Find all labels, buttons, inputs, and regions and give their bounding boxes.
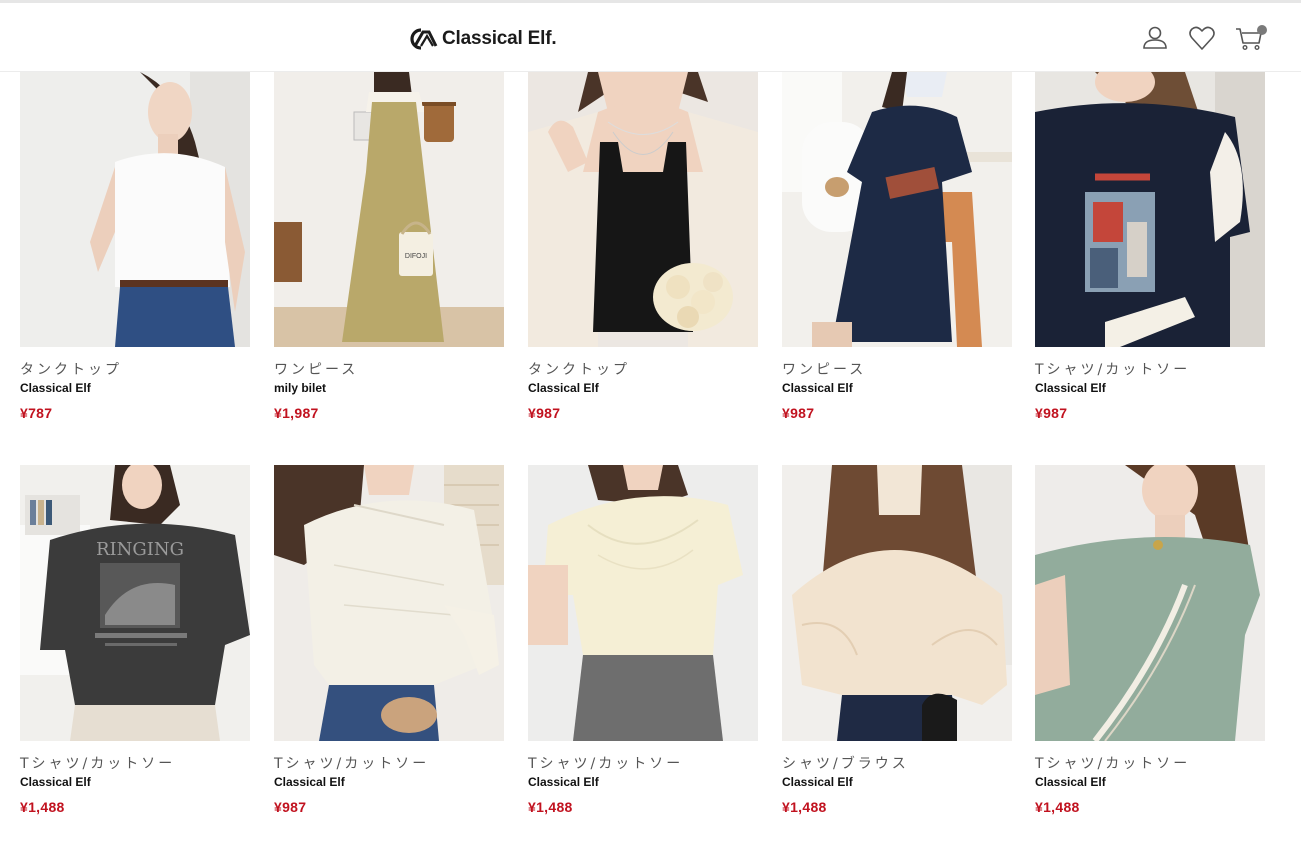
product-category: シャツ/ブラウス: [782, 756, 909, 772]
product-price: ¥1,488: [20, 799, 65, 815]
product-category: Tシャツ/カットソー: [274, 756, 430, 772]
product-brand: Classical Elf: [528, 775, 599, 789]
product-price: ¥987: [1035, 405, 1068, 421]
product-category: Tシャツ/カットソー: [1035, 362, 1191, 378]
product-brand: Classical Elf: [20, 381, 91, 395]
product-card[interactable]: ワンピース Classical Elf ¥987: [782, 72, 1012, 421]
product-card[interactable]: Tシャツ/カットソー Classical Elf ¥1,488: [528, 465, 758, 815]
product-card[interactable]: シャツ/ブラウス Classical Elf ¥1,488: [782, 465, 1012, 815]
product-price: ¥1,488: [528, 799, 573, 815]
site-header: Classical Elf.: [0, 3, 1301, 72]
cream-draped-top-photo[interactable]: [528, 465, 758, 741]
product-card[interactable]: Tシャツ/カットソー Classical Elf ¥987: [1035, 72, 1265, 421]
product-price: ¥987: [782, 405, 815, 421]
logo-mark-icon: [410, 28, 438, 50]
ivory-asymmetric-top-photo[interactable]: [274, 465, 504, 741]
favorites-button[interactable]: [1187, 23, 1217, 53]
product-price: ¥987: [274, 799, 307, 815]
product-brand: Classical Elf: [782, 775, 853, 789]
logo-text: Classical Elf.: [442, 28, 557, 49]
heart-icon: [1189, 26, 1215, 50]
black-tank-top-photo[interactable]: [528, 72, 758, 347]
sage-tshirt-photo[interactable]: [1035, 465, 1265, 741]
product-category: Tシャツ/カットソー: [20, 756, 176, 772]
site-logo[interactable]: Classical Elf.: [407, 25, 557, 53]
account-button[interactable]: [1140, 23, 1170, 53]
user-icon: [1143, 26, 1167, 49]
sheer-blouse-photo[interactable]: [782, 465, 1012, 741]
cart-button[interactable]: [1234, 23, 1267, 53]
product-category: タンクトップ: [528, 362, 630, 378]
charcoal-graphic-tshirt-photo[interactable]: RINGING: [20, 465, 250, 741]
navy-print-tshirt-photo[interactable]: [1035, 72, 1265, 347]
svg-text:RINGING: RINGING: [96, 539, 184, 560]
product-brand: Classical Elf: [1035, 381, 1106, 395]
product-price: ¥1,488: [782, 799, 827, 815]
product-brand: Classical Elf: [528, 381, 599, 395]
cart-badge: [1257, 25, 1267, 35]
product-price: ¥1,488: [1035, 799, 1080, 815]
product-price: ¥787: [20, 405, 53, 421]
product-card[interactable]: タンクトップ Classical Elf ¥987: [528, 72, 758, 421]
product-card[interactable]: DIFOJI ワンピース mily bilet ¥1,987: [274, 72, 504, 421]
product-category: タンクトップ: [20, 362, 122, 378]
product-price: ¥1,987: [274, 405, 319, 421]
product-brand: Classical Elf: [1035, 775, 1106, 789]
product-brand: Classical Elf: [20, 775, 91, 789]
product-brand: Classical Elf: [782, 381, 853, 395]
svg-text:DIFOJI: DIFOJI: [405, 253, 427, 260]
product-card[interactable]: RINGING Tシャツ/カットソー Classical Elf ¥1,488: [20, 465, 250, 815]
product-brand: Classical Elf: [274, 775, 345, 789]
white-tank-top-photo[interactable]: [20, 72, 250, 347]
product-price: ¥987: [528, 405, 561, 421]
product-card[interactable]: Tシャツ/カットソー Classical Elf ¥987: [274, 465, 504, 815]
product-brand: mily bilet: [274, 381, 327, 395]
product-card[interactable]: Tシャツ/カットソー Classical Elf ¥1,488: [1035, 465, 1265, 815]
navy-dress-photo[interactable]: [782, 72, 1012, 347]
khaki-dress-photo[interactable]: DIFOJI: [274, 72, 504, 347]
product-card[interactable]: タンクトップ Classical Elf ¥787: [20, 72, 250, 421]
product-category: Tシャツ/カットソー: [1035, 756, 1191, 772]
product-category: ワンピース: [274, 362, 359, 378]
product-category: Tシャツ/カットソー: [528, 756, 684, 772]
product-category: ワンピース: [782, 362, 867, 378]
